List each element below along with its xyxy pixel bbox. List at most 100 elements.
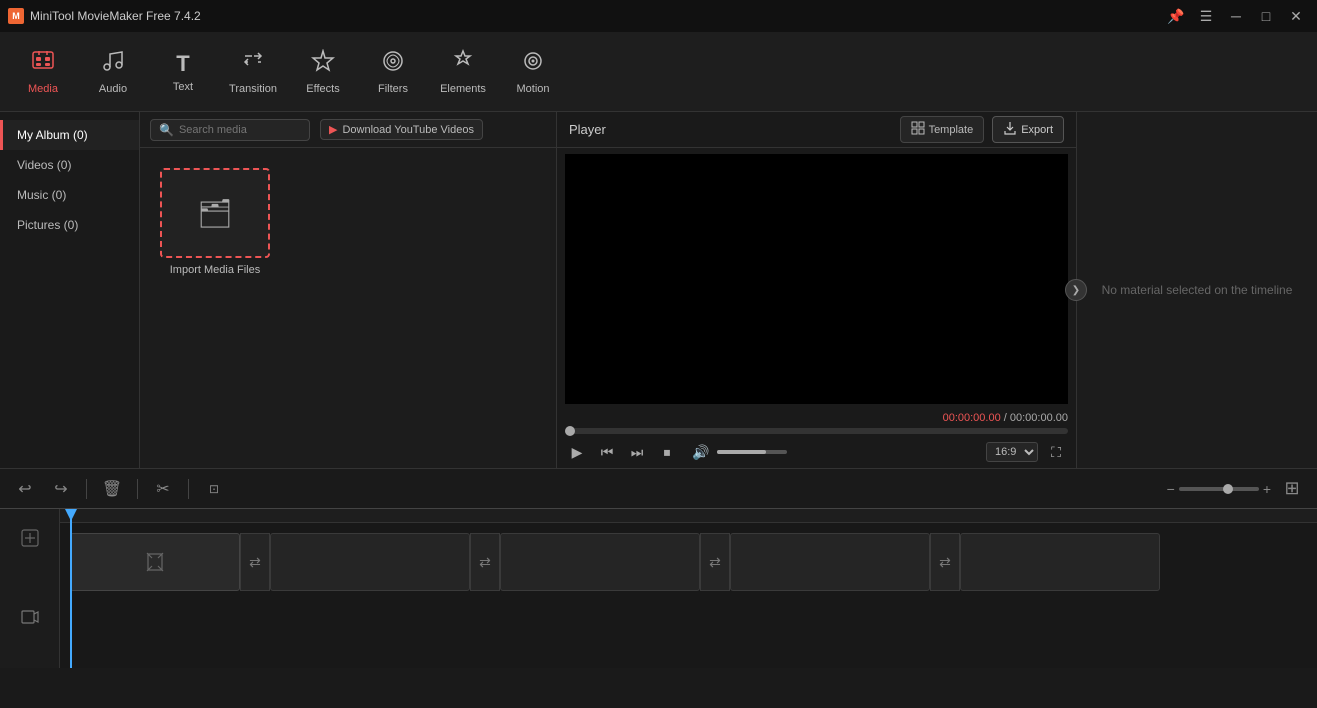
redo-button[interactable]: ↪ <box>46 475 76 503</box>
sidebar-item-music[interactable]: Music (0) <box>0 180 139 210</box>
split-icon[interactable]: ⊞ <box>1277 475 1307 503</box>
sidebar-item-videos[interactable]: Videos (0) <box>0 150 139 180</box>
elements-icon <box>451 49 475 79</box>
aspect-ratio-selector[interactable]: 16:9 9:16 1:1 4:3 <box>986 442 1038 462</box>
zoom-in-icon[interactable]: + <box>1263 481 1271 497</box>
pin-button[interactable]: 📌 <box>1163 3 1189 29</box>
menu-button[interactable]: ☰ <box>1193 3 1219 29</box>
title-left: M MiniTool MovieMaker Free 7.4.2 <box>8 8 201 24</box>
timeline-playhead[interactable] <box>70 509 72 668</box>
search-wrap[interactable]: 🔍 <box>150 119 310 141</box>
panel-collapse-button[interactable]: ❯ <box>1065 279 1087 301</box>
template-icon <box>911 121 925 138</box>
toolbar-elements[interactable]: Elements <box>428 37 498 107</box>
template-label: Template <box>929 124 974 136</box>
video-clip-main[interactable] <box>70 533 240 591</box>
timeline-transition-1[interactable]: ⇄ <box>240 533 270 591</box>
player-header: Player Template <box>557 112 1076 148</box>
next-frame-button[interactable]: ⏭ <box>625 440 649 464</box>
toolbar-right: − + ⊞ <box>1167 475 1307 503</box>
progress-bar[interactable] <box>565 428 1068 434</box>
cut-button[interactable]: ✂ <box>148 475 178 503</box>
time-separator: / <box>1001 412 1010 424</box>
zoom-slider[interactable] <box>1179 487 1259 491</box>
player-panel: Player Template <box>557 112 1077 468</box>
toolbar-media[interactable]: Media <box>8 37 78 107</box>
import-media-label: Import Media Files <box>160 264 270 276</box>
timeline-transition-2[interactable]: ⇄ <box>470 533 500 591</box>
timeline-track-area: ⇄ ⇄ ⇄ ⇄ <box>60 523 1317 641</box>
volume-wrap: 🔊 <box>689 440 787 464</box>
youtube-icon: ▶ <box>329 123 337 136</box>
transition-3-icon: ⇄ <box>709 554 721 571</box>
timeline-transition-4[interactable]: ⇄ <box>930 533 960 591</box>
media-toolbar: 🔍 ▶ Download YouTube Videos <box>140 112 556 148</box>
progress-thumb[interactable] <box>565 426 575 436</box>
media-icon <box>31 49 55 79</box>
current-time: 00:00:00.00 <box>943 412 1001 424</box>
transition-2-icon: ⇄ <box>479 554 491 571</box>
no-material-text: No material selected on the timeline <box>1082 263 1313 317</box>
zoom-out-icon[interactable]: − <box>1167 481 1175 497</box>
volume-slider[interactable] <box>717 450 787 454</box>
export-button[interactable]: Export <box>992 116 1064 143</box>
video-empty-clip-1[interactable] <box>270 533 470 591</box>
toolbar-effects[interactable]: Effects <box>288 37 358 107</box>
fullscreen-button[interactable]: ⛶ <box>1044 440 1068 464</box>
youtube-label: Download YouTube Videos <box>342 124 474 136</box>
sidebar-item-album[interactable]: My Album (0) <box>0 120 139 150</box>
zoom-controls: − + <box>1167 481 1271 497</box>
delete-button[interactable]: 🗑 <box>97 475 127 503</box>
import-media-area: 🗂 Import Media Files <box>160 168 270 276</box>
effects-label: Effects <box>306 83 339 95</box>
undo-button[interactable]: ↩ <box>10 475 40 503</box>
title-controls: 📌 ☰ ─ □ ✕ <box>1163 3 1309 29</box>
crop-button[interactable]: ⊡ <box>199 475 229 503</box>
close-button[interactable]: ✕ <box>1283 3 1309 29</box>
volume-button[interactable]: 🔊 <box>689 440 713 464</box>
timeline-transition-3[interactable]: ⇄ <box>700 533 730 591</box>
toolbar-audio[interactable]: Audio <box>78 37 148 107</box>
right-panel: ❯ No material selected on the timeline <box>1077 112 1317 468</box>
video-track: ⇄ ⇄ ⇄ ⇄ <box>60 527 1317 597</box>
export-icon <box>1003 121 1017 138</box>
toolbar-motion[interactable]: Motion <box>498 37 568 107</box>
sidebar-item-pictures[interactable]: Pictures (0) <box>0 210 139 240</box>
play-button[interactable]: ▶ <box>565 440 589 464</box>
toolbar-text[interactable]: T Text <box>148 37 218 107</box>
youtube-download-button[interactable]: ▶ Download YouTube Videos <box>320 119 483 140</box>
text-label: Text <box>173 81 193 93</box>
toolbar-separator-1 <box>86 479 87 499</box>
template-button[interactable]: Template <box>900 116 985 143</box>
maximize-button[interactable]: □ <box>1253 3 1279 29</box>
search-input[interactable] <box>179 124 301 136</box>
timeline-body[interactable]: ⇄ ⇄ ⇄ ⇄ <box>60 509 1317 668</box>
import-media-button[interactable]: 🗂 <box>160 168 270 258</box>
time-display: 00:00:00.00 / 00:00:00.00 <box>565 412 1068 424</box>
transition-4-icon: ⇄ <box>939 554 951 571</box>
bottom-toolbar: ↩ ↪ 🗑 ✂ ⊡ − + ⊞ <box>0 468 1317 508</box>
toolbar: Media Audio T Text Transition Effects <box>0 32 1317 112</box>
motion-label: Motion <box>516 83 549 95</box>
minimize-button[interactable]: ─ <box>1223 3 1249 29</box>
video-empty-clip-3[interactable] <box>730 533 930 591</box>
transition-label: Transition <box>229 83 277 95</box>
sidebar: My Album (0) Videos (0) Music (0) Pictur… <box>0 112 140 468</box>
elements-label: Elements <box>440 83 486 95</box>
volume-fill <box>717 450 766 454</box>
toolbar-transition[interactable]: Transition <box>218 37 288 107</box>
video-track-icon <box>21 608 39 631</box>
effects-icon <box>311 49 335 79</box>
audio-track <box>60 597 1317 637</box>
prev-frame-button[interactable]: ⏮ <box>595 440 619 464</box>
filters-icon <box>381 49 405 79</box>
video-screen <box>565 154 1068 404</box>
motion-icon <box>521 49 545 79</box>
add-track-area-button[interactable] <box>21 529 39 552</box>
toolbar-filters[interactable]: Filters <box>358 37 428 107</box>
stop-button[interactable]: ⏹ <box>655 440 679 464</box>
video-empty-clip-4[interactable] <box>960 533 1160 591</box>
timeline: ⇄ ⇄ ⇄ ⇄ <box>0 508 1317 668</box>
main-area: My Album (0) Videos (0) Music (0) Pictur… <box>0 112 1317 468</box>
video-empty-clip-2[interactable] <box>500 533 700 591</box>
